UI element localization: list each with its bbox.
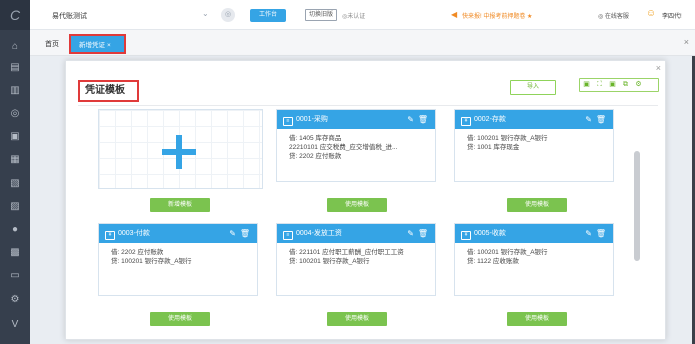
- avatar[interactable]: ☺: [643, 7, 659, 21]
- template-card: ≡ 0004-发放工资 ✎ 🗑 借: 221101 应付职工薪酬_应付职工工资 贷…: [276, 223, 436, 296]
- document-icon: ¥: [461, 117, 471, 126]
- delete-icon[interactable]: 🗑: [596, 224, 606, 243]
- edit-icon[interactable]: ✎: [407, 224, 414, 243]
- delete-icon[interactable]: 🗑: [596, 110, 606, 129]
- invoice-icon[interactable]: ▣: [8, 130, 22, 144]
- use-template-button[interactable]: 使用模板: [327, 312, 387, 326]
- import-button[interactable]: 导入: [510, 80, 556, 95]
- template-line: 贷: 1122 应收账款: [467, 258, 519, 265]
- document-icon: ¥: [461, 231, 471, 240]
- company-switch-icon[interactable]: ◎: [221, 8, 235, 22]
- use-template-button[interactable]: 使用模板: [327, 198, 387, 212]
- template-line: 借: 221101 应付职工薪酬_应付职工工资: [289, 249, 404, 256]
- document-icon: ≡: [283, 117, 293, 126]
- tab-strip: 首页 新增凭证 × ×: [30, 30, 695, 56]
- unverified-badge[interactable]: ◎未认证: [342, 11, 365, 20]
- template-line: 借: 100201 银行存款_A银行: [467, 249, 548, 256]
- chevron-down-icon[interactable]: ⌄: [202, 9, 209, 18]
- template-card: ¥0003-付款 ✎ 🗑 借: 2202 应付账款 贷: 100201 银行存款…: [98, 223, 258, 296]
- edit-icon[interactable]: ✎: [585, 224, 592, 243]
- template-card-header: ≡ 0004-发放工资 ✎ 🗑: [277, 224, 435, 243]
- tab-new-voucher[interactable]: 新增凭证 ×: [69, 34, 126, 54]
- template-card-header: ≡ 0001-采购 ✎ 🗑: [277, 110, 435, 129]
- report-icon[interactable]: ▧: [8, 177, 22, 191]
- voucher-icon[interactable]: ▤: [8, 61, 22, 75]
- asset-icon[interactable]: ▨: [8, 200, 22, 214]
- promo-link[interactable]: 快来报! 中报考前押题卷 ★: [462, 11, 532, 20]
- switch-old-version-button[interactable]: 切换旧版: [305, 9, 338, 21]
- title-divider: [78, 105, 658, 106]
- workbench-button[interactable]: 工作台: [250, 9, 286, 22]
- settings-icon[interactable]: ⚙: [632, 79, 645, 91]
- use-template-button[interactable]: 使用模板: [150, 312, 210, 326]
- template-line: 贷: 1001 库存现金: [467, 144, 520, 151]
- template-line: 借: 2202 应付账款: [111, 249, 164, 256]
- use-template-button[interactable]: 使用模板: [507, 312, 567, 326]
- money-icon[interactable]: ◎: [8, 107, 22, 121]
- fullscreen-icon[interactable]: ⛶: [593, 79, 606, 91]
- template-title: 0003-付款: [118, 230, 150, 237]
- list-view-icon[interactable]: ▣: [580, 79, 593, 91]
- template-card-header: ¥0003-付款 ✎ 🗑: [99, 224, 257, 243]
- voucher-template-modal: × 凭证模板 导入 ▣ ⛶ ▣ ⧉ ⚙ 新增模板 ≡ 0001-采购 ✎ 🗑 借: 140…: [65, 60, 666, 340]
- speaker-icon: ◀: [451, 10, 458, 19]
- add-template-card[interactable]: [98, 109, 263, 189]
- settings-icon[interactable]: ⚙: [8, 293, 22, 307]
- ledger-icon[interactable]: ▦: [8, 153, 22, 167]
- scrollbar[interactable]: [634, 151, 640, 261]
- tool-icon[interactable]: ▭: [8, 269, 22, 283]
- template-toolbar: ▣ ⛶ ▣ ⧉ ⚙: [579, 78, 659, 92]
- template-title: 0005-收款: [474, 230, 506, 237]
- template-title: 0002-存款: [474, 116, 506, 123]
- use-template-button[interactable]: 使用模板: [507, 198, 567, 212]
- template-card-header: ¥0002-存款 ✎ 🗑: [455, 110, 613, 129]
- template-card-header: ¥0005-收款 ✎ 🗑: [455, 224, 613, 243]
- delete-icon[interactable]: 🗑: [418, 110, 428, 129]
- left-sidebar: C ⌂ ▤ ▥ ◎ ▣ ▦ ▧ ▨ ● ▩ ▭ ⚙ V: [0, 0, 30, 344]
- template-title: 0004-发放工资: [296, 230, 342, 237]
- delete-icon[interactable]: 🗑: [418, 224, 428, 243]
- template-line: 贷: 100201 银行存款_A银行: [111, 258, 192, 265]
- tax-icon[interactable]: ▩: [8, 246, 22, 260]
- tab-label: 新增凭证: [79, 42, 105, 49]
- home-icon[interactable]: ⌂: [8, 40, 22, 54]
- template-line: 借: 100201 银行存款_A银行: [467, 135, 548, 142]
- grid-view-icon[interactable]: ▣: [606, 79, 619, 91]
- template-card: ¥0005-收款 ✎ 🗑 借: 100201 银行存款_A银行 贷: 1122 …: [454, 223, 614, 296]
- document-icon: ¥: [105, 231, 115, 240]
- chart-icon[interactable]: ▥: [8, 84, 22, 98]
- template-line: 贷: 2202 应付账款: [289, 153, 342, 160]
- online-service-link[interactable]: ◎ 在线客服: [598, 11, 629, 20]
- expand-icon[interactable]: V: [8, 318, 22, 332]
- edit-icon[interactable]: ✎: [407, 110, 414, 129]
- company-name[interactable]: 易代账测试: [52, 11, 87, 21]
- username[interactable]: 李四代!: [662, 11, 682, 20]
- template-card: ¥0002-存款 ✎ 🗑 借: 100201 银行存款_A银行 贷: 1001 …: [454, 109, 614, 182]
- app-logo: C: [0, 0, 30, 30]
- template-line: 借: 1405 库存商品: [289, 135, 342, 142]
- delete-icon[interactable]: 🗑: [240, 224, 250, 243]
- modal-close-icon[interactable]: ×: [656, 63, 661, 73]
- tab-home[interactable]: 首页: [45, 39, 59, 49]
- payroll-icon[interactable]: ●: [8, 223, 22, 237]
- top-bar: 易代账测试 ⌄ ◎ 工作台 切换旧版 ◎未认证 ◀ 快来报! 中报考前押题卷 ★…: [30, 0, 695, 30]
- template-card: ≡ 0001-采购 ✎ 🗑 借: 1405 库存商品 22210101 应交税费_…: [276, 109, 436, 182]
- edit-icon[interactable]: ✎: [229, 224, 236, 243]
- edit-icon[interactable]: ✎: [585, 110, 592, 129]
- template-title: 0001-采购: [296, 116, 328, 123]
- close-icon[interactable]: ×: [107, 42, 111, 49]
- add-template-button[interactable]: 新增模板: [150, 198, 210, 212]
- modal-title: 凭证模板: [78, 80, 139, 102]
- template-line: 22210101 应交税费_应交增值税_进...: [289, 144, 398, 151]
- template-line: 贷: 100201 银行存款_A银行: [289, 258, 370, 265]
- close-all-tabs-icon[interactable]: ×: [684, 37, 689, 47]
- copy-icon[interactable]: ⧉: [619, 79, 632, 91]
- plus-icon-bar: [162, 149, 196, 155]
- document-icon: ≡: [283, 231, 293, 240]
